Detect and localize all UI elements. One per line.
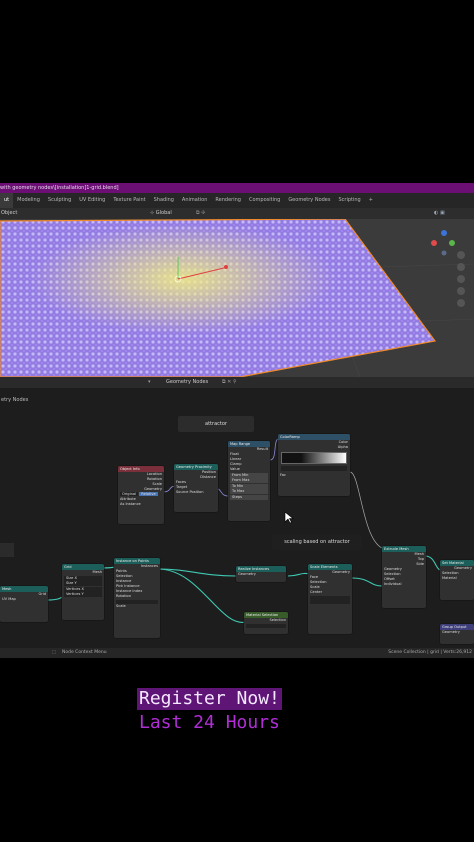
color-ramp-stop-field[interactable] bbox=[281, 466, 347, 471]
window-title-bar: with geometry nodes\[installation]1-grid… bbox=[0, 183, 474, 193]
field-from-min[interactable]: From Min bbox=[230, 472, 268, 478]
option-as-instance[interactable]: As Instance bbox=[118, 502, 164, 507]
socket-source-position: Source Position bbox=[176, 490, 204, 494]
relative-button[interactable]: Relative bbox=[139, 492, 158, 496]
snap-icon[interactable]: ⧉ ✣ bbox=[196, 208, 205, 219]
promo-last-24-hours: Last 24 Hours bbox=[137, 712, 282, 734]
node-material-selection[interactable]: Material Selection Selection bbox=[244, 612, 288, 634]
tab-animation[interactable]: Animation bbox=[178, 193, 212, 208]
frame-scaling-label: scaling based on attractor bbox=[284, 539, 350, 545]
field-size-y[interactable]: Size Y bbox=[64, 581, 102, 586]
material-field[interactable] bbox=[246, 623, 286, 628]
frame-partial bbox=[0, 543, 14, 557]
node-set-material[interactable]: Set Material Geometry Selection Material bbox=[440, 560, 474, 600]
tab-shading[interactable]: Shading bbox=[150, 193, 178, 208]
socket-center: Center bbox=[310, 590, 323, 594]
tab-geometry-nodes[interactable]: Geometry Nodes bbox=[284, 193, 334, 208]
socket-mesh: Mesh bbox=[92, 570, 102, 574]
color-ramp-gradient[interactable] bbox=[281, 452, 347, 464]
object-menu[interactable]: Object bbox=[0, 210, 17, 216]
tab-compositing[interactable]: Compositing bbox=[245, 193, 284, 208]
node-object-info[interactable]: Object Info Location Rotation Scale Geom… bbox=[118, 466, 164, 524]
orientation-icon: ⊹ bbox=[150, 210, 155, 216]
transform-orientation[interactable]: ⊹ Global bbox=[150, 208, 172, 219]
node-grid-input[interactable]: Mesh Grid UV Map bbox=[0, 586, 48, 622]
node-editor[interactable]: etry Nodes attractor scaling based on at… bbox=[0, 388, 474, 648]
frame-attractor[interactable]: attractor bbox=[178, 416, 254, 432]
field-rotation[interactable] bbox=[116, 599, 158, 604]
socket-fac: Fac bbox=[280, 473, 286, 477]
tab-sculpting[interactable]: Sculpting bbox=[44, 193, 75, 208]
node-editor-header: ▾ Geometry Nodes ⧉ ✕ ⚲ bbox=[0, 377, 474, 388]
field-to-max[interactable]: To Max bbox=[230, 489, 268, 494]
frame-attractor-label: attractor bbox=[205, 421, 227, 427]
socket-material: Material bbox=[442, 576, 457, 580]
node-geometry-proximity[interactable]: Geometry Proximity Position Distance Fac… bbox=[174, 464, 218, 512]
field-center-x[interactable] bbox=[310, 595, 350, 600]
viewport-canvas bbox=[0, 219, 474, 377]
node-group-output[interactable]: Group Output Geometry bbox=[440, 624, 474, 644]
field-vertices-y[interactable]: Vertices Y bbox=[64, 592, 102, 597]
socket-scale: Scale bbox=[116, 604, 126, 608]
overlay-icon[interactable]: ◐ ▣ bbox=[434, 208, 445, 219]
socket-selection: Selection bbox=[269, 618, 286, 622]
socket-rotation: Rotation bbox=[116, 594, 132, 598]
node-grid[interactable]: Grid Mesh Size X Size Y Vertices X Verti… bbox=[62, 564, 104, 620]
socket-uv-map: UV Map bbox=[2, 597, 16, 601]
viewport-header: Object ⊹ Global ⧉ ✣ ◐ ▣ bbox=[0, 208, 474, 219]
tab-texture-paint[interactable]: Texture Paint bbox=[109, 193, 149, 208]
status-bar: ⬚ Node Context Menu Scene Collection | g… bbox=[0, 648, 474, 658]
field-center-y[interactable] bbox=[310, 600, 350, 604]
node-map-range[interactable]: Map Range Result Float Linear Clamp Valu… bbox=[228, 441, 270, 521]
add-workspace-button[interactable]: + bbox=[365, 193, 377, 208]
tab-uv-editing[interactable]: UV Editing bbox=[75, 193, 109, 208]
original-button[interactable]: Original bbox=[120, 492, 139, 496]
socket-geometry: Geometry bbox=[442, 630, 460, 634]
node-instance-on-points[interactable]: Instance on Points Instances Points Sele… bbox=[114, 558, 160, 638]
promo-register-now[interactable]: Register Now! bbox=[137, 688, 282, 710]
field-vertices-x[interactable]: Vertices X bbox=[64, 586, 102, 592]
node-color-ramp[interactable]: ColorRamp Color Alpha Fac bbox=[278, 434, 350, 496]
3d-viewport[interactable] bbox=[0, 219, 474, 377]
status-right: Scene Collection | grid | Verts:26,912 bbox=[388, 650, 472, 655]
workspace-tabs: ut Modeling Sculpting UV Editing Texture Pai… bbox=[0, 193, 474, 208]
socket-alpha: Alpha bbox=[337, 445, 348, 449]
tab-layout[interactable]: ut bbox=[0, 193, 14, 208]
editor-type-icon[interactable]: ▾ bbox=[148, 377, 151, 388]
frame-scaling[interactable]: scaling based on attractor bbox=[272, 534, 362, 550]
node-realize-instances[interactable]: Realize Instances Geometry bbox=[236, 566, 286, 582]
node-group-name[interactable]: Geometry Nodes bbox=[166, 377, 208, 388]
mouse-icon: ⬚ bbox=[52, 650, 57, 655]
individual-checkbox[interactable]: Individual bbox=[382, 582, 426, 587]
status-left: Node Context Menu bbox=[62, 650, 107, 655]
field-size-x[interactable]: Size X bbox=[64, 575, 102, 581]
socket-geometry: Geometry bbox=[238, 572, 256, 576]
orientation-label: Global bbox=[155, 210, 172, 216]
tab-modeling[interactable]: Modeling bbox=[13, 193, 44, 208]
tab-rendering[interactable]: Rendering bbox=[211, 193, 245, 208]
node-extrude-mesh[interactable]: Extrude Mesh Mesh Top Side Geometry Sele… bbox=[382, 546, 426, 608]
socket-value: Value bbox=[230, 467, 240, 471]
window-title: with geometry nodes\[installation]1-grid… bbox=[0, 185, 119, 191]
tab-scripting[interactable]: Scripting bbox=[335, 193, 365, 208]
node-group-icons[interactable]: ⧉ ✕ ⚲ bbox=[222, 377, 237, 388]
node-scale-elements[interactable]: Scale Elements Geometry Face Selection S… bbox=[308, 564, 352, 634]
field-steps[interactable]: Steps bbox=[230, 494, 268, 500]
field-to-min[interactable]: To Min bbox=[230, 483, 268, 489]
mouse-cursor-icon bbox=[284, 511, 294, 524]
field-from-max[interactable]: From Max bbox=[230, 478, 268, 483]
